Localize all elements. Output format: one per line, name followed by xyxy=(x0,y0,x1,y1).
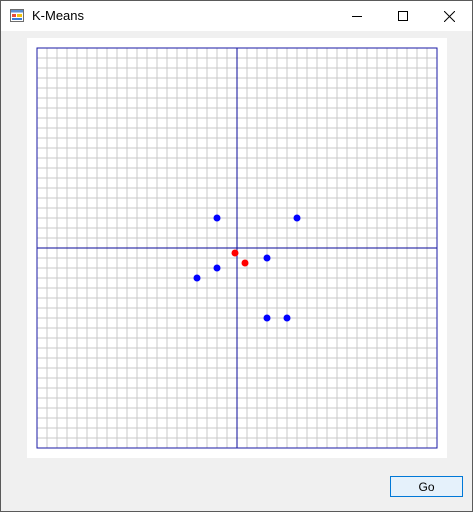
window-title: K-Means xyxy=(32,8,85,23)
plot-panel[interactable] xyxy=(27,38,447,458)
minimize-icon xyxy=(352,16,362,17)
minimize-button[interactable] xyxy=(334,1,380,31)
maximize-icon xyxy=(398,11,408,21)
close-button[interactable] xyxy=(426,1,472,31)
data-point xyxy=(213,264,221,272)
data-point xyxy=(263,254,271,262)
data-point xyxy=(293,214,301,222)
close-icon xyxy=(443,10,455,22)
go-button[interactable]: Go xyxy=(390,476,463,497)
kmeans-plot[interactable] xyxy=(27,38,447,458)
kmeans-window: K-Means Go xyxy=(0,0,473,512)
centroid-point xyxy=(241,259,249,267)
data-point xyxy=(213,214,221,222)
centroid-point xyxy=(231,249,239,257)
data-point xyxy=(193,274,201,282)
maximize-button[interactable] xyxy=(380,1,426,31)
title-bar[interactable]: K-Means xyxy=(1,1,472,31)
data-point xyxy=(263,314,271,322)
data-point xyxy=(283,314,291,322)
app-icon xyxy=(10,9,24,22)
